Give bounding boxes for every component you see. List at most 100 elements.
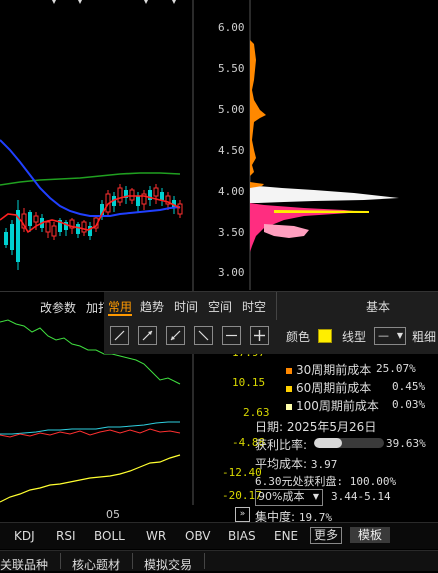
- avg-cost-row: 平均成本: 3.97: [255, 455, 337, 472]
- tab-related-products[interactable]: 关联品种: [0, 556, 48, 573]
- cost-row-label: 100周期前成本: [296, 399, 379, 413]
- ray-up-tool-2[interactable]: [138, 326, 157, 345]
- panel-cut-title: [312, 346, 372, 354]
- panel-tab-divider: [276, 292, 277, 320]
- price-tick: 4.00: [218, 185, 245, 198]
- panel-title: 基本: [366, 300, 391, 314]
- hline-tool[interactable]: [222, 326, 241, 345]
- tab-kdj[interactable]: KDJ: [14, 529, 35, 543]
- chip-distribution[interactable]: 6.00 5.50 5.00 4.50 4.00 3.50 3.00: [194, 0, 438, 290]
- add-tool-button[interactable]: [250, 326, 269, 345]
- legend-square: [286, 403, 292, 410]
- profit-ratio-label: 获利比率:: [255, 438, 308, 452]
- ma-long-line: [0, 172, 181, 186]
- template-button[interactable]: 模板: [350, 527, 391, 543]
- chip-old-cost: [250, 40, 266, 176]
- ray-up-icon: [114, 330, 125, 341]
- chevron-down-icon: ▼: [312, 492, 319, 501]
- candle-body: [160, 192, 164, 200]
- event-marker: [144, 0, 148, 4]
- chevron-down-icon: ▼: [396, 331, 403, 340]
- ray-down-icon: [198, 330, 209, 341]
- ray-down-tool-1[interactable]: [166, 326, 185, 345]
- tab-core-themes[interactable]: 核心题材: [72, 556, 120, 573]
- cost-row-100: 100周期前成本: [286, 397, 379, 414]
- color-label: 颜色: [286, 330, 311, 344]
- price-tick: 3.50: [218, 226, 245, 239]
- candle-body: [129, 189, 135, 201]
- chip-profit-light: [264, 224, 309, 238]
- bottom-tab-bar: [0, 550, 438, 571]
- tab-boll[interactable]: BOLL: [94, 529, 125, 543]
- osc-yellow-line: [0, 454, 181, 503]
- candle-body: [33, 215, 39, 223]
- tab-space[interactable]: 空间: [208, 298, 232, 315]
- candle-body: [45, 221, 51, 233]
- tab-bias[interactable]: BIAS: [228, 529, 256, 543]
- candle-body: [28, 212, 32, 226]
- price-tick: 3.00: [218, 266, 245, 279]
- more-button[interactable]: 更多: [310, 527, 343, 544]
- expand-button[interactable]: »: [235, 507, 250, 522]
- date-row: 日期: 2025年5月26日: [255, 418, 376, 435]
- x-axis-label: 05: [106, 508, 120, 521]
- candle-body: [153, 187, 159, 197]
- candle-body: [10, 224, 14, 250]
- candle-body: [4, 232, 8, 245]
- event-marker: [52, 0, 56, 4]
- tab-divider: [60, 553, 61, 569]
- cost-row-value: 0.45%: [392, 380, 426, 393]
- avg-cost-label: 平均成本:: [255, 457, 308, 471]
- candle-body: [76, 224, 80, 234]
- tab-simulated-trading[interactable]: 模拟交易: [144, 556, 192, 573]
- tab-common[interactable]: 常用: [108, 298, 132, 315]
- candle-body: [136, 196, 140, 206]
- price-tick: 4.50: [218, 144, 245, 157]
- color-swatch[interactable]: [318, 329, 332, 343]
- cost-row-value: 25.07%: [376, 362, 416, 375]
- line-type-label: 线型: [342, 330, 367, 344]
- cost-range-select-value: 90%成本: [258, 490, 305, 503]
- chip-loss-area: [250, 185, 399, 203]
- date-label: 日期:: [255, 420, 284, 434]
- tab-divider: [204, 553, 205, 569]
- legend-square: [286, 385, 292, 392]
- tab-trend[interactable]: 趋势: [140, 298, 164, 315]
- price-profit-label: 6.30元处获利盘:: [255, 475, 344, 488]
- osc-cyan-line: [0, 421, 180, 435]
- legend-square: [286, 367, 292, 374]
- profit-ratio-bar: [314, 438, 384, 448]
- event-markers: [52, 0, 176, 4]
- line-type-select[interactable]: — ▼: [374, 327, 406, 345]
- price-tick: 5.50: [218, 62, 245, 75]
- ray-down-tool-2[interactable]: [194, 326, 213, 345]
- ray-up-tool-1[interactable]: [110, 326, 129, 345]
- profit-ratio-value: 39.63%: [386, 437, 426, 450]
- candle-body: [117, 187, 123, 203]
- event-marker: [172, 0, 176, 4]
- price-tick: 6.00: [218, 21, 245, 34]
- price-profit-row: 6.30元处获利盘: 100.00%: [255, 473, 396, 489]
- tab-wr[interactable]: WR: [146, 529, 166, 543]
- cost-row-30: 30周期前成本: [286, 361, 371, 378]
- candle-body: [81, 221, 87, 233]
- tab-time[interactable]: 时间: [174, 298, 198, 315]
- candle-body: [51, 225, 57, 237]
- price-profit-value: 100.00%: [349, 475, 397, 488]
- cost-range-value: 3.44-5.14: [331, 490, 391, 503]
- tab-rsi[interactable]: RSI: [56, 529, 76, 543]
- osc-param-label[interactable]: 改参数: [40, 299, 76, 316]
- double-chevron-right-icon: »: [239, 509, 246, 519]
- tab-obv[interactable]: OBV: [185, 529, 211, 543]
- line-type-value: —: [378, 329, 389, 342]
- price-tick: 5.00: [218, 103, 245, 116]
- tab-spacetime[interactable]: 时空: [242, 298, 266, 315]
- date-value: 2025年5月26日: [286, 420, 377, 434]
- ma-mid-line: [0, 139, 181, 217]
- kline-chart[interactable]: [0, 0, 192, 290]
- tab-divider: [132, 553, 133, 569]
- profit-ratio-fill: [314, 438, 342, 448]
- tab-ene[interactable]: ENE: [274, 529, 298, 543]
- cost-range-select[interactable]: 90%成本 ▼: [255, 489, 323, 506]
- cost-row-value: 0.03%: [392, 398, 426, 411]
